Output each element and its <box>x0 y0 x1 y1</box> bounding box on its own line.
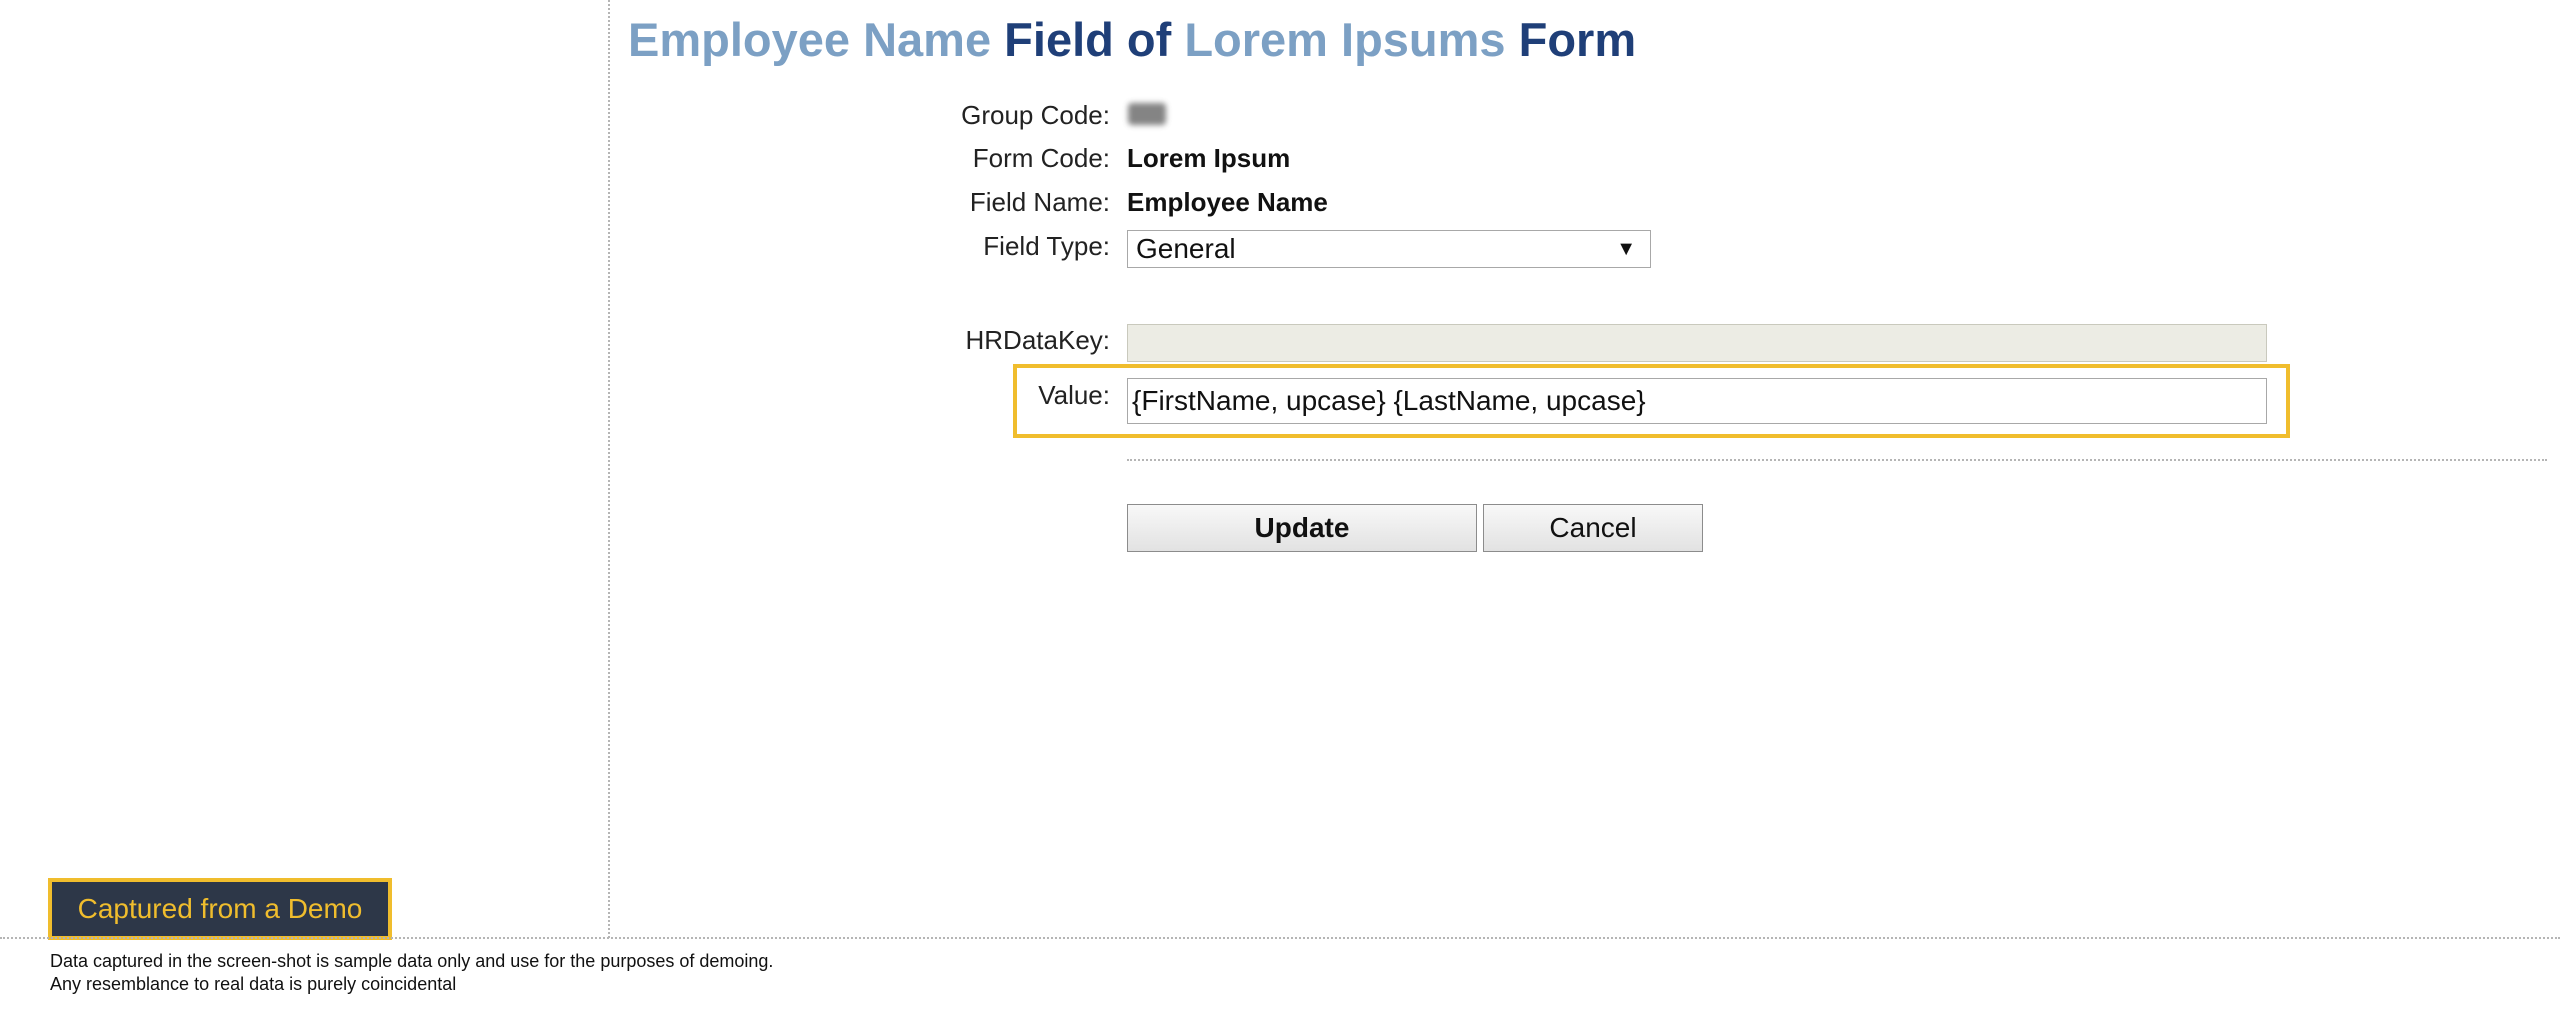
group-code-label: Group Code: <box>961 100 1110 130</box>
left-panel-divider <box>608 0 610 938</box>
title-form-suffix: Form <box>1518 13 1637 66</box>
title-field-name: Employee Name <box>628 13 992 66</box>
value-label: Value: <box>1038 380 1110 410</box>
group-code-value-redacted <box>1128 103 1166 125</box>
hrdatakey-field <box>1127 324 2267 362</box>
title-field-of: Field of <box>1004 13 1172 66</box>
field-type-label: Field Type: <box>983 231 1110 261</box>
footer-line-1: Data captured in the screen-shot is samp… <box>50 951 774 971</box>
form-code-label: Form Code: <box>972 143 1110 173</box>
field-name-label: Field Name: <box>969 187 1110 217</box>
hrdatakey-label: HRDataKey: <box>965 325 1111 355</box>
demo-badge: Captured from a Demo <box>48 878 392 940</box>
update-button[interactable]: Update <box>1127 504 1477 552</box>
page-title: Employee Name Field of Lorem Ipsums Form <box>628 12 1636 67</box>
title-form-name: Lorem Ipsums <box>1184 13 1506 66</box>
footer-line-2: Any resemblance to real data is purely c… <box>50 974 457 994</box>
value-input[interactable] <box>1127 378 2267 424</box>
cancel-button[interactable]: Cancel <box>1483 504 1703 552</box>
field-name-value: Employee Name <box>1127 187 1328 217</box>
dropdown-arrow-icon: ▼ <box>1616 237 1636 260</box>
footer-disclaimer: Data captured in the screen-shot is samp… <box>50 950 773 996</box>
footer-divider <box>0 937 2560 939</box>
form-code-value: Lorem Ipsum <box>1127 143 1291 173</box>
form-divider <box>1127 459 2547 461</box>
field-type-select[interactable]: General ▼ <box>1127 230 1651 268</box>
field-type-selected: General <box>1136 233 1236 264</box>
